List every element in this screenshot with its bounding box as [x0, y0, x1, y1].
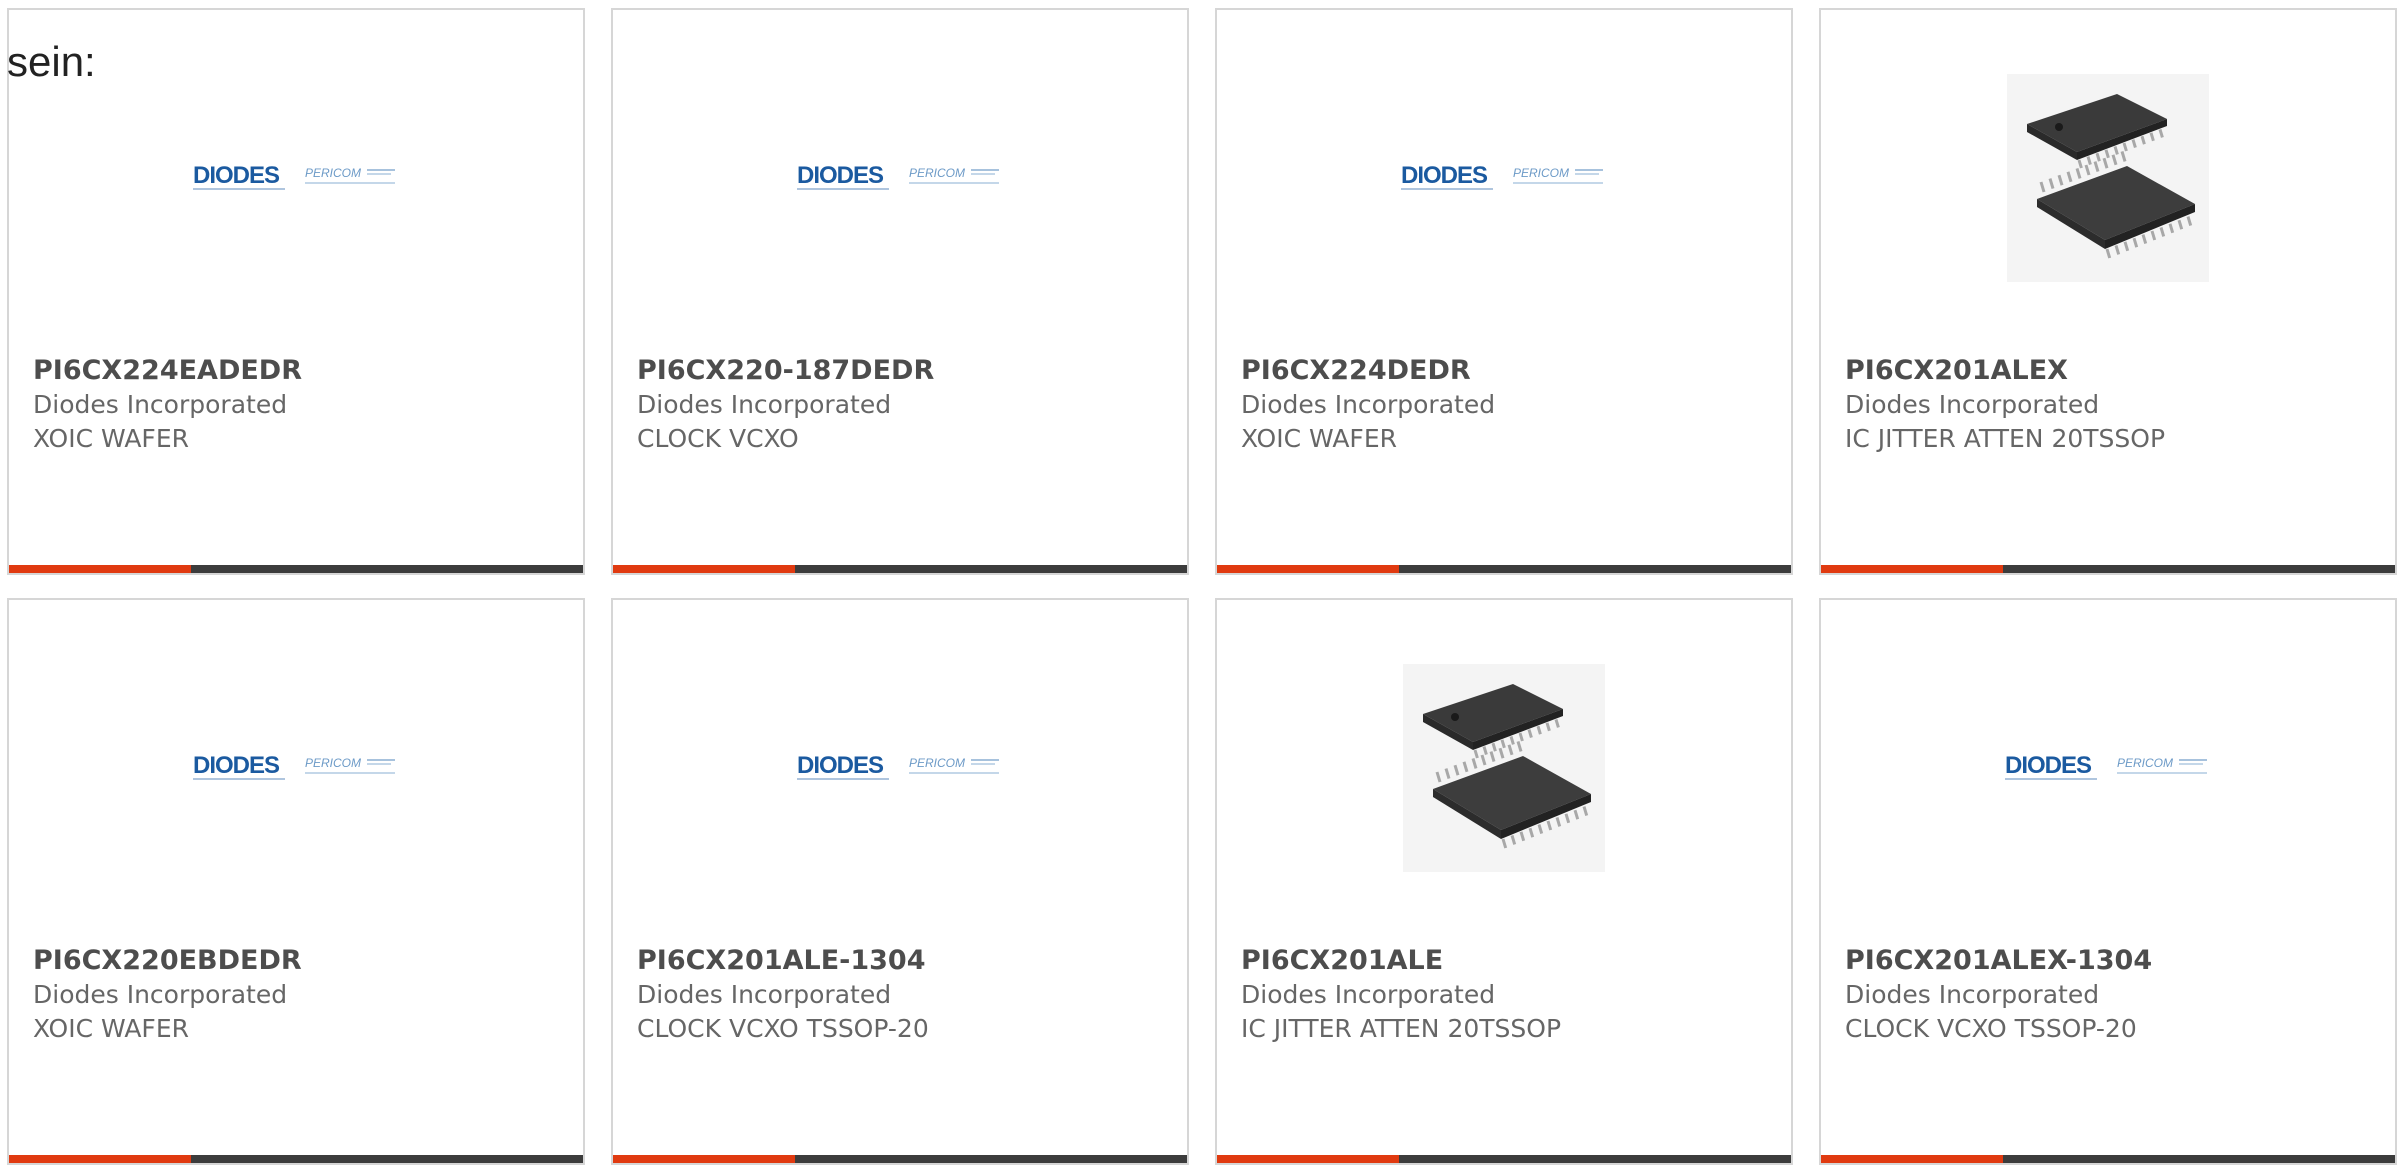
diodes-logo-icon: DIODES [797, 752, 889, 780]
product-image: DIODES PERICOM [1821, 664, 2395, 872]
svg-text:PERICOM: PERICOM [2117, 756, 2173, 770]
svg-text:DIODES: DIODES [797, 162, 884, 189]
product-grid: DIODES PERICOM PI6CX224EADEDR Diodes Inco… [0, 0, 2400, 1165]
product-image: DIODES PERICOM [613, 74, 1187, 282]
manufacturer: Diodes Incorporated [33, 390, 288, 419]
card-accent [1217, 565, 1399, 573]
svg-text:DIODES: DIODES [2005, 752, 2092, 779]
manufacturer: Diodes Incorporated [1241, 980, 1496, 1009]
description: CLOCK VCXO [637, 424, 799, 453]
product-card[interactable]: DIODES PERICOM PI6CX220-187DEDR Diodes In… [611, 8, 1189, 575]
svg-text:DIODES: DIODES [193, 162, 280, 189]
intro-text: sein: [7, 38, 96, 85]
card-accent [613, 565, 795, 573]
diodes-pericom-logo: DIODES PERICOM [193, 161, 399, 195]
manufacturer: Diodes Incorporated [1241, 390, 1496, 419]
diodes-pericom-logo: DIODES PERICOM [797, 751, 1003, 785]
svg-text:PERICOM: PERICOM [1513, 166, 1569, 180]
part-number[interactable]: PI6CX224EADEDR [33, 354, 563, 388]
card-bottom-bar [1217, 565, 1791, 573]
product-image [1217, 664, 1791, 872]
product-card[interactable]: DIODES PERICOM PI6CX224DEDR Diodes Incorp… [1215, 8, 1793, 575]
part-number[interactable]: PI6CX220-187DEDR [637, 354, 1167, 388]
part-number[interactable]: PI6CX201ALEX-1304 [1845, 944, 2375, 978]
description: CLOCK VCXO TSSOP-20 [637, 1014, 929, 1043]
card-accent [613, 1155, 795, 1163]
product-card[interactable]: PI6CX201ALEX Diodes Incorporated IC JITT… [1819, 8, 2397, 575]
product-image [1821, 74, 2395, 282]
svg-text:PERICOM: PERICOM [909, 756, 965, 770]
part-number[interactable]: PI6CX220EBDEDR [33, 944, 563, 978]
product-card[interactable]: DIODES PERICOM PI6CX220EBDEDR Diodes Inco… [7, 598, 585, 1165]
pericom-logo-icon: PERICOM [1513, 166, 1603, 184]
diodes-logo-icon: DIODES [2005, 752, 2097, 780]
manufacturer: Diodes Incorporated [33, 980, 288, 1009]
manufacturer: Diodes Incorporated [637, 390, 892, 419]
description: IC JITTER ATTEN 20TSSOP [1845, 424, 2166, 453]
svg-text:PERICOM: PERICOM [305, 756, 361, 770]
part-number[interactable]: PI6CX224DEDR [1241, 354, 1771, 388]
diodes-pericom-logo: DIODES PERICOM [193, 751, 399, 785]
diodes-pericom-logo: DIODES PERICOM [2005, 751, 2211, 785]
card-accent [1821, 1155, 2003, 1163]
product-image: DIODES PERICOM [9, 74, 583, 282]
description: XOIC WAFER [1241, 424, 1397, 453]
card-bottom-bar [613, 1155, 1187, 1163]
description: IC JITTER ATTEN 20TSSOP [1241, 1014, 1562, 1043]
card-accent [1217, 1155, 1399, 1163]
svg-text:PERICOM: PERICOM [909, 166, 965, 180]
card-accent [9, 565, 191, 573]
description: XOIC WAFER [33, 424, 189, 453]
svg-text:DIODES: DIODES [797, 752, 884, 779]
diodes-pericom-logo: DIODES PERICOM [797, 161, 1003, 195]
pericom-logo-icon: PERICOM [2117, 756, 2207, 774]
card-accent [1821, 565, 2003, 573]
part-number[interactable]: PI6CX201ALEX [1845, 354, 2375, 388]
card-bottom-bar [9, 1155, 583, 1163]
product-card[interactable]: DIODES PERICOM PI6CX224EADEDR Diodes Inco… [7, 8, 585, 575]
diodes-logo-icon: DIODES [1401, 162, 1493, 190]
tssop-chip-icon [2007, 74, 2209, 282]
product-image: DIODES PERICOM [613, 664, 1187, 872]
description: XOIC WAFER [33, 1014, 189, 1043]
tssop-chip-icon [1403, 664, 1605, 872]
pericom-logo-icon: PERICOM [305, 166, 395, 184]
card-bottom-bar [9, 565, 583, 573]
card-bottom-bar [613, 565, 1187, 573]
manufacturer: Diodes Incorporated [1845, 390, 2100, 419]
card-bottom-bar [1821, 565, 2395, 573]
svg-text:PERICOM: PERICOM [305, 166, 361, 180]
part-number[interactable]: PI6CX201ALE-1304 [637, 944, 1167, 978]
svg-text:DIODES: DIODES [193, 752, 280, 779]
diodes-logo-icon: DIODES [797, 162, 889, 190]
card-bottom-bar [1217, 1155, 1791, 1163]
product-card[interactable]: DIODES PERICOM PI6CX201ALEX-1304 Diodes I… [1819, 598, 2397, 1165]
card-bottom-bar [1821, 1155, 2395, 1163]
product-card[interactable]: DIODES PERICOM PI6CX201ALE-1304 Diodes In… [611, 598, 1189, 1165]
description: CLOCK VCXO TSSOP-20 [1845, 1014, 2137, 1043]
diodes-logo-icon: DIODES [193, 752, 285, 780]
pericom-logo-icon: PERICOM [909, 166, 999, 184]
manufacturer: Diodes Incorporated [637, 980, 892, 1009]
part-number[interactable]: PI6CX201ALE [1241, 944, 1771, 978]
card-accent [9, 1155, 191, 1163]
svg-text:DIODES: DIODES [1401, 162, 1488, 189]
product-image: DIODES PERICOM [1217, 74, 1791, 282]
diodes-pericom-logo: DIODES PERICOM [1401, 161, 1607, 195]
diodes-logo-icon: DIODES [193, 162, 285, 190]
pericom-logo-icon: PERICOM [305, 756, 395, 774]
pericom-logo-icon: PERICOM [909, 756, 999, 774]
product-card[interactable]: PI6CX201ALE Diodes Incorporated IC JITTE… [1215, 598, 1793, 1165]
product-image: DIODES PERICOM [9, 664, 583, 872]
manufacturer: Diodes Incorporated [1845, 980, 2100, 1009]
